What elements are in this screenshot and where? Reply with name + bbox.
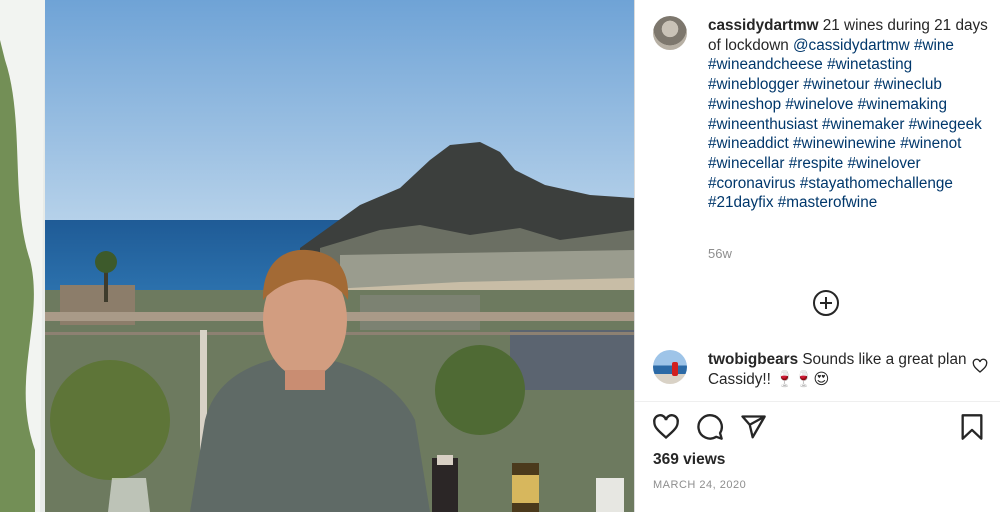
comment-item: twobigbears Sounds like a great plan Cas… xyxy=(708,350,968,390)
comment-username[interactable]: twobigbears xyxy=(708,351,798,368)
commenter-avatar[interactable] xyxy=(653,350,687,384)
hashtag-link[interactable]: #wineclub xyxy=(874,76,942,93)
hashtag-link[interactable]: #winenot xyxy=(900,135,961,152)
hashtag-link[interactable]: #winecellar xyxy=(708,155,785,172)
video-frame-illustration xyxy=(0,0,634,512)
hashtag-link[interactable]: #winemaking xyxy=(858,96,947,113)
views-count[interactable]: 369 views xyxy=(653,451,725,469)
post-caption: cassidydartmw 21 wines during 21 days of… xyxy=(708,16,993,213)
hashtag-link[interactable]: #respite xyxy=(789,155,843,172)
caption-mention[interactable]: @cassidydartmw xyxy=(793,37,910,54)
caption-username[interactable]: cassidydartmw xyxy=(708,17,819,34)
hashtag-link[interactable]: #wineenthusiast xyxy=(708,116,818,133)
hashtag-list: #wine #wineandcheese #winetasting #wineb… xyxy=(708,37,982,212)
hashtag-link[interactable]: #winewinewine xyxy=(793,135,896,152)
post-media-video[interactable] xyxy=(0,0,634,512)
heart-outline-icon[interactable] xyxy=(652,413,680,441)
hashtag-link[interactable]: #wineshop xyxy=(708,96,781,113)
hashtag-link[interactable]: #winetour xyxy=(803,76,869,93)
hashtag-link[interactable]: #stayathomechallenge xyxy=(800,175,953,192)
hashtag-link[interactable]: #winelover xyxy=(847,155,920,172)
hashtag-link[interactable]: #wineandcheese xyxy=(708,56,823,73)
hashtag-link[interactable]: #coronavirus xyxy=(708,175,796,192)
hashtag-link[interactable]: #wineaddict xyxy=(708,135,789,152)
owner-avatar[interactable] xyxy=(653,16,687,50)
hashtag-link[interactable]: #winegeek xyxy=(909,116,982,133)
hashtag-link[interactable]: #masterofwine xyxy=(778,194,877,211)
hashtag-link[interactable]: #wineblogger xyxy=(708,76,799,93)
post-time-ago[interactable]: 56w xyxy=(708,246,732,261)
hashtag-link[interactable]: #winemaker xyxy=(822,116,904,133)
bookmark-icon[interactable] xyxy=(958,413,986,441)
hashtag-link[interactable]: #wine xyxy=(914,37,954,54)
hashtag-link[interactable]: #winetasting xyxy=(827,56,912,73)
hashtag-link[interactable]: #21dayfix xyxy=(708,194,773,211)
plus-circle-icon[interactable] xyxy=(812,289,840,317)
hashtag-link[interactable]: #winelove xyxy=(785,96,853,113)
small-heart-icon[interactable] xyxy=(972,358,988,374)
speech-bubble-icon[interactable] xyxy=(696,413,724,441)
actions-divider xyxy=(635,401,1000,402)
paper-plane-icon[interactable] xyxy=(739,413,767,441)
post-date[interactable]: MARCH 24, 2020 xyxy=(653,479,746,491)
post-side-panel: cassidydartmw 21 wines during 21 days of… xyxy=(635,0,1000,512)
